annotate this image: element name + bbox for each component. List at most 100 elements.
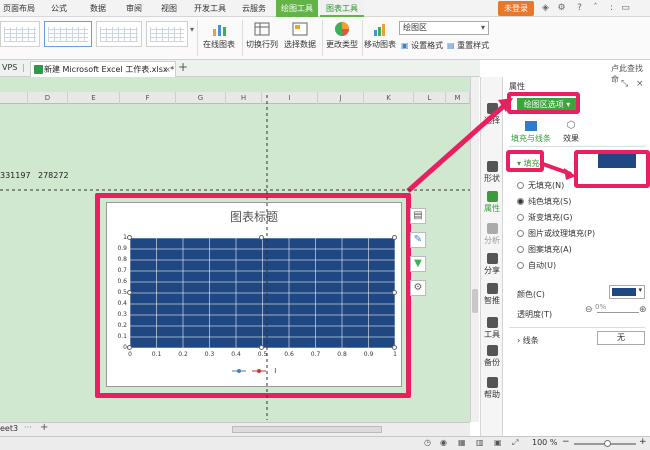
tab-review[interactable]: 审阅 bbox=[118, 0, 150, 17]
column-header-i[interactable]: I bbox=[262, 92, 318, 104]
zoom-slider-thumb[interactable] bbox=[604, 440, 611, 447]
transparency-minus-icon[interactable]: ⊖ bbox=[585, 305, 593, 315]
fullscreen-icon[interactable]: ⤢ bbox=[512, 438, 518, 448]
switch-row-col-button[interactable]: 切换行列 bbox=[244, 19, 280, 57]
chart-style-thumb-3[interactable] bbox=[96, 21, 142, 47]
color-picker[interactable]: ▾ bbox=[609, 285, 645, 299]
chart-style-thumb-4[interactable] bbox=[146, 21, 188, 47]
move-chart-label: 移动图表 bbox=[364, 40, 396, 49]
eye-icon[interactable]: ◉ bbox=[440, 438, 447, 447]
minimize-ribbon-icon[interactable]: ˆ bbox=[590, 3, 601, 14]
radio-auto-fill[interactable]: 自动(U) bbox=[517, 260, 556, 271]
chart-settings-icon[interactable]: ⚙ bbox=[410, 280, 426, 296]
tab-page-layout[interactable]: 页面布局 bbox=[0, 0, 38, 17]
radio-gradient-fill[interactable]: 渐变填充(G) bbox=[517, 212, 572, 223]
settings-icon[interactable]: ⚙ bbox=[556, 3, 567, 14]
chart-elements-icon[interactable]: ▤ bbox=[410, 208, 426, 224]
select-data-button[interactable]: 选择数据 bbox=[282, 19, 318, 57]
tool-share[interactable]: 分享 bbox=[481, 253, 503, 276]
cube-icon[interactable]: ◈ bbox=[540, 3, 551, 14]
transparency-slider[interactable] bbox=[597, 312, 639, 313]
online-chart-label: 在线图表 bbox=[203, 40, 235, 49]
zoom-out-button[interactable]: − bbox=[562, 437, 570, 447]
tab-fill-line-label: 填充与线条 bbox=[511, 134, 551, 143]
sheet-tab-sheet3[interactable]: eet3 bbox=[0, 424, 18, 433]
chart-style-thumb-2[interactable] bbox=[44, 21, 92, 47]
pin-icon[interactable]: ⤡ bbox=[621, 79, 628, 89]
column-header-l[interactable]: L bbox=[414, 92, 446, 104]
chart-filter-icon[interactable]: ▼ bbox=[410, 256, 426, 272]
cube-icon: ⬡ bbox=[566, 120, 576, 131]
column-header-k[interactable]: K bbox=[364, 92, 414, 104]
callout-plot-options bbox=[507, 92, 580, 114]
new-tab-button[interactable]: + bbox=[178, 60, 188, 74]
transparency-plus-icon[interactable]: ⊕ bbox=[639, 305, 647, 315]
cell-value[interactable]: 331197 bbox=[0, 171, 31, 180]
more-icon[interactable]: : bbox=[606, 3, 617, 14]
column-header-h[interactable]: H bbox=[226, 92, 262, 104]
page-break-view-icon[interactable]: ▣ bbox=[494, 438, 502, 447]
tab-data[interactable]: 数据 bbox=[80, 0, 116, 17]
tab-active-document[interactable]: 新建 Microsoft Excel 工作表.xlsx * × bbox=[30, 61, 176, 77]
radio-picture-fill[interactable]: 图片或纹理填充(P) bbox=[517, 228, 595, 239]
online-chart-button[interactable]: 在线图表 bbox=[200, 19, 238, 57]
tool-smart[interactable]: 智推 bbox=[481, 283, 503, 306]
tool-backup[interactable]: 备份 bbox=[481, 345, 503, 368]
tab-chart-tools[interactable]: 图表工具 bbox=[320, 0, 364, 17]
tab-developer[interactable]: 开发工具 bbox=[188, 0, 232, 17]
vertical-scrollbar[interactable] bbox=[470, 77, 479, 422]
close-icon[interactable]: × bbox=[164, 62, 171, 77]
tab-cloud[interactable]: 云服务 bbox=[234, 0, 274, 17]
add-sheet-button[interactable]: + bbox=[40, 422, 48, 433]
radio-no-fill[interactable]: 无填充(N) bbox=[517, 180, 564, 191]
chart-style-thumb-1[interactable] bbox=[0, 21, 40, 47]
window-icon[interactable]: ▭ bbox=[620, 3, 631, 14]
tool-select-label: 选择 bbox=[484, 116, 500, 125]
tab-effects[interactable]: ⬡ 效果 bbox=[555, 121, 587, 144]
tool-help[interactable]: 帮助 bbox=[481, 377, 503, 400]
tab-fill-line[interactable]: 填充与线条 bbox=[511, 121, 551, 144]
tool-shape[interactable]: 形状 bbox=[481, 161, 503, 184]
column-header-d[interactable]: D bbox=[28, 92, 68, 104]
tab-drawing-tools[interactable]: 绘图工具 bbox=[276, 0, 318, 17]
help-icon[interactable]: ? bbox=[574, 3, 585, 14]
chart-bars-icon bbox=[213, 25, 226, 36]
line-section-header[interactable]: › 线条 bbox=[517, 335, 539, 346]
column-header-e[interactable]: E bbox=[68, 92, 120, 104]
cell-value[interactable]: 278272 bbox=[38, 171, 69, 180]
normal-view-icon[interactable]: ▦ bbox=[458, 438, 466, 447]
horizontal-scrollbar[interactable] bbox=[232, 426, 382, 433]
column-header-f[interactable]: F bbox=[120, 92, 176, 104]
tool-properties[interactable]: 属性 bbox=[481, 191, 503, 214]
tool-tools[interactable]: 工具 bbox=[481, 317, 503, 340]
move-chart-button[interactable]: 移动图表 bbox=[362, 19, 398, 57]
column-header-g[interactable]: G bbox=[176, 92, 226, 104]
close-icon[interactable]: × bbox=[636, 79, 644, 89]
reset-style-button[interactable]: ▤ 重置样式 bbox=[447, 40, 489, 51]
radio-pattern-fill[interactable]: 图案填充(A) bbox=[517, 244, 572, 255]
change-type-button[interactable]: 更改类型 bbox=[324, 19, 360, 57]
tab-view[interactable]: 视图 bbox=[152, 0, 186, 17]
gallery-scroll-icon[interactable]: ▾ bbox=[190, 25, 194, 34]
toolbox-icon bbox=[486, 317, 498, 328]
tab-formulas[interactable]: 公式 bbox=[40, 0, 78, 17]
clock-icon[interactable]: ◷ bbox=[424, 438, 431, 447]
set-format-button[interactable]: ▣ 设置格式 bbox=[401, 40, 443, 51]
column-header-j[interactable]: J bbox=[318, 92, 364, 104]
zoom-in-button[interactable]: + bbox=[639, 437, 647, 447]
transparency-value: 0% bbox=[595, 303, 607, 311]
tool-analysis[interactable]: 分析 bbox=[481, 223, 503, 246]
wps-tab-partial[interactable]: VPS bbox=[2, 63, 17, 72]
line-select[interactable]: 无 bbox=[597, 331, 645, 345]
scrollbar-thumb[interactable] bbox=[472, 289, 478, 313]
column-header-m[interactable]: M bbox=[446, 92, 470, 104]
chart-style-brush-icon[interactable]: ✎ bbox=[410, 232, 426, 248]
login-button[interactable]: 未登录 bbox=[498, 1, 534, 16]
page-layout-view-icon[interactable]: ▥ bbox=[476, 438, 484, 447]
excel-file-icon bbox=[34, 65, 43, 74]
radio-solid-fill[interactable]: 纯色填充(S) bbox=[517, 196, 571, 207]
search-partial-text[interactable]: 卢此查找命 bbox=[611, 63, 650, 85]
chart-element-select[interactable]: 绘图区 bbox=[399, 21, 489, 35]
tool-select[interactable]: 选择 bbox=[481, 103, 503, 126]
more-sheets-icon[interactable]: ··· bbox=[24, 423, 32, 432]
